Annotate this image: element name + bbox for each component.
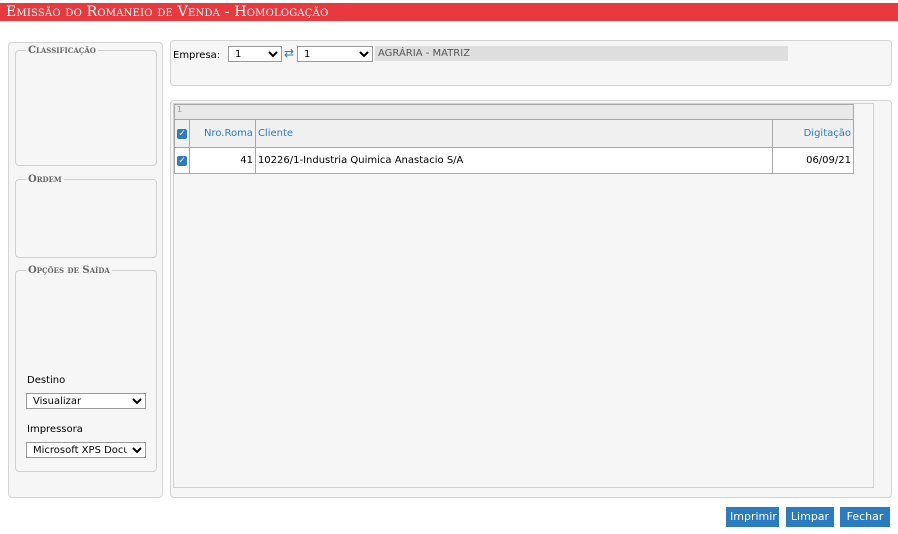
cell-nro-roma: 41 xyxy=(189,147,256,174)
pager-row: 1 xyxy=(174,104,854,120)
opcoes-saida-legend: Opções de Saída xyxy=(28,265,110,276)
row-select-cell[interactable]: ✓ xyxy=(174,147,190,174)
checkbox-checked-icon[interactable]: ✓ xyxy=(177,156,187,166)
table-row[interactable]: ✓ 41 10226/1-Industria Quimica Anastacio… xyxy=(174,147,854,174)
page-indicator: 1 xyxy=(174,104,854,120)
classificacao-legend: Classificação xyxy=(28,45,96,56)
ordem-fieldset: Ordem xyxy=(15,174,157,258)
classificacao-fieldset: Classificação xyxy=(15,45,157,166)
cell-digitacao: 06/09/21 xyxy=(772,147,854,174)
header-row: ✓ Nro.Roma Cliente Digitação xyxy=(174,119,854,148)
col-digitacao[interactable]: Digitação xyxy=(772,119,854,148)
imprimir-button[interactable]: Imprimir xyxy=(726,507,779,527)
empresa-select-2[interactable]: 1 xyxy=(297,46,373,62)
sync-icon[interactable]: ⇄ xyxy=(284,46,296,60)
destino-select[interactable]: Visualizar xyxy=(26,393,146,409)
window-title: Emissão do Romaneio de Venda - Homologaç… xyxy=(0,3,898,21)
fechar-button[interactable]: Fechar xyxy=(840,507,890,527)
destino-label: Destino xyxy=(27,375,66,386)
impressora-label: Impressora xyxy=(27,424,83,435)
romaneio-table: 1 ✓ Nro.Roma Cliente Digitação ✓ 41 1022… xyxy=(174,104,854,174)
opcoes-saida-fieldset: Opções de Saída xyxy=(15,265,157,472)
impressora-select[interactable]: Microsoft XPS Docu xyxy=(26,442,146,458)
checkbox-checked-icon[interactable]: ✓ xyxy=(177,129,187,139)
empresa-label: Empresa: xyxy=(173,50,221,61)
col-nro-roma[interactable]: Nro.Roma xyxy=(189,119,256,148)
col-cliente[interactable]: Cliente xyxy=(254,119,774,148)
empresa-select-1[interactable]: 1 xyxy=(228,46,282,62)
limpar-button[interactable]: Limpar xyxy=(786,507,834,527)
ordem-legend: Ordem xyxy=(28,174,62,185)
empresa-name: AGRÁRIA - MATRIZ xyxy=(375,46,788,61)
select-all-cell[interactable]: ✓ xyxy=(174,119,190,148)
cell-cliente: 10226/1-Industria Quimica Anastacio S/A xyxy=(254,147,774,174)
